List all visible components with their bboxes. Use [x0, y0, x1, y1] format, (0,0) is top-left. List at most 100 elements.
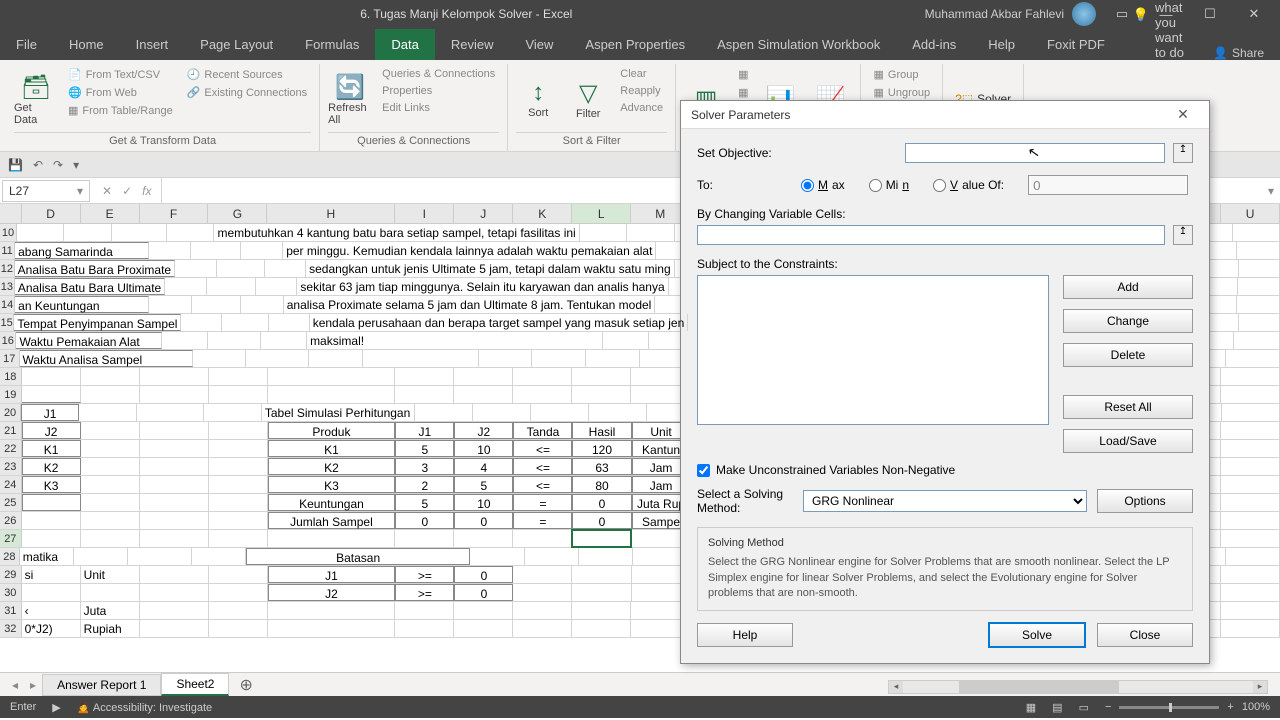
ungroup-button[interactable]: ▦Ungroup [869, 84, 934, 101]
cancel-icon[interactable]: ✕ [102, 184, 112, 198]
view-normal-icon[interactable]: ▦ [1026, 701, 1036, 714]
col-U[interactable]: U [1221, 204, 1280, 223]
tab-help[interactable]: Help [972, 29, 1031, 60]
col-E[interactable]: E [81, 204, 140, 223]
constraints-list[interactable] [697, 275, 1049, 425]
tab-page-layout[interactable]: Page Layout [184, 29, 289, 60]
tab-data[interactable]: Data [375, 29, 434, 60]
range-picker-icon[interactable]: ↥ [1173, 143, 1193, 163]
chevron-down-icon[interactable]: ▾ [77, 184, 83, 198]
share-button[interactable]: 👤Share [1197, 46, 1280, 60]
save-icon[interactable]: 💾 [8, 158, 23, 172]
radio-valueof[interactable]: Value Of: [933, 178, 1004, 192]
col-D[interactable]: D [22, 204, 81, 223]
recent-sources-button[interactable]: 🕘Recent Sources [183, 66, 311, 83]
flash-fill[interactable]: ▦ [734, 66, 752, 83]
existing-conn-button[interactable]: 🔗Existing Connections [183, 84, 311, 101]
chevron-down-icon[interactable]: ▾ [73, 158, 79, 172]
enter-icon[interactable]: ✓ [122, 184, 132, 198]
scroll-left-icon[interactable]: ◂ [889, 681, 903, 693]
changing-cells-input[interactable] [697, 225, 1165, 245]
tab-insert[interactable]: Insert [120, 29, 185, 60]
properties-button[interactable]: Properties [378, 83, 499, 99]
delete-button[interactable]: Delete [1063, 343, 1193, 367]
col-G[interactable]: G [208, 204, 267, 223]
range-picker-icon[interactable]: ↥ [1173, 225, 1193, 245]
redo-icon[interactable]: ↷ [53, 158, 63, 172]
close-icon[interactable]: ✕ [1236, 6, 1272, 22]
zoom-level[interactable]: 100% [1242, 701, 1270, 713]
view-break-icon[interactable]: ▭ [1079, 701, 1089, 714]
zoom-out-icon[interactable]: − [1105, 701, 1111, 713]
solve-button[interactable]: Solve [989, 623, 1085, 647]
queries-button[interactable]: Queries & Connections [378, 66, 499, 82]
name-box[interactable]: L27▾ [2, 180, 90, 202]
radio-max[interactable]: MMaxax [801, 178, 845, 192]
fx-icon[interactable]: fx [142, 184, 151, 198]
select-all[interactable] [0, 204, 22, 223]
expand-icon[interactable]: ▾ [1262, 184, 1280, 198]
tab-file[interactable]: File [0, 29, 53, 60]
tab-home[interactable]: Home [53, 29, 120, 60]
tab-view[interactable]: View [509, 29, 569, 60]
change-button[interactable]: Change [1063, 309, 1193, 333]
share-icon: 👤 [1213, 46, 1228, 60]
accessibility[interactable]: 🙍 Accessibility: Investigate [77, 701, 212, 714]
from-web-button[interactable]: 🌐From Web [64, 84, 177, 101]
view-layout-icon[interactable]: ▤ [1052, 701, 1062, 714]
get-data-button[interactable]: 🗃Get Data [14, 66, 58, 132]
tab-review[interactable]: Review [435, 29, 510, 60]
dialog-titlebar[interactable]: Solver Parameters ✕ [681, 101, 1209, 129]
objective-input[interactable] [905, 143, 1165, 163]
zoom-slider[interactable] [1119, 706, 1219, 709]
hscroll[interactable]: ◂▸ [263, 676, 1274, 694]
sheet-tab-sheet2[interactable]: Sheet2 [161, 673, 229, 696]
help-button[interactable]: Help [697, 623, 793, 647]
tab-addins[interactable]: Add-ins [896, 29, 972, 60]
tab-nav-next[interactable]: ▸ [24, 678, 42, 692]
advanced-button[interactable]: Advance [616, 100, 667, 116]
make-unconstrained-checkbox[interactable]: Make Unconstrained Variables Non-Negativ… [697, 463, 1193, 477]
reapply-button[interactable]: Reapply [616, 83, 667, 99]
scroll-thumb[interactable] [959, 681, 1119, 693]
zoom-in-icon[interactable]: + [1227, 701, 1233, 713]
reset-all-button[interactable]: Reset All [1063, 395, 1193, 419]
filter-button[interactable]: ▽Filter [566, 66, 610, 132]
macro-icon[interactable]: ▶ [52, 701, 60, 714]
remove-dup[interactable]: ▦ [734, 84, 752, 101]
ungroup-icon: ▦ [873, 86, 883, 99]
from-table-button[interactable]: ▦From Table/Range [64, 102, 177, 119]
add-sheet-button[interactable]: ⊕ [229, 675, 262, 695]
radio-min[interactable]: Min [869, 178, 909, 192]
tab-formulas[interactable]: Formulas [289, 29, 375, 60]
close-button[interactable]: Close [1097, 623, 1193, 647]
scroll-right-icon[interactable]: ▸ [1253, 681, 1267, 693]
tab-nav-prev[interactable]: ◂ [6, 678, 24, 692]
col-I[interactable]: I [395, 204, 454, 223]
tab-aspen-properties[interactable]: Aspen Properties [569, 29, 701, 60]
from-text-button[interactable]: 📄From Text/CSV [64, 66, 177, 83]
tab-foxit[interactable]: Foxit PDF [1031, 29, 1121, 60]
col-J[interactable]: J [454, 204, 513, 223]
edit-links-button[interactable]: Edit Links [378, 100, 499, 116]
clear-button[interactable]: Clear [616, 66, 667, 82]
valueof-input[interactable] [1028, 175, 1188, 195]
add-button[interactable]: Add [1063, 275, 1193, 299]
solving-method-select[interactable]: GRG Nonlinear [803, 490, 1087, 512]
col-H[interactable]: H [267, 204, 395, 223]
avatar[interactable] [1072, 2, 1096, 26]
options-button[interactable]: Options [1097, 489, 1193, 513]
tab-aspen-sim[interactable]: Aspen Simulation Workbook [701, 29, 896, 60]
undo-icon[interactable]: ↶ [33, 158, 43, 172]
tell-me[interactable]: 💡Tell me what you want to do [1121, 0, 1197, 60]
refresh-all-button[interactable]: 🔄Refresh All [328, 66, 372, 132]
group-button[interactable]: ▦Group [869, 66, 934, 83]
col-K[interactable]: K [513, 204, 572, 223]
load-save-button[interactable]: Load/Save [1063, 429, 1193, 453]
col-F[interactable]: F [140, 204, 209, 223]
sort-button[interactable]: ↕Sort [516, 66, 560, 132]
maximize-icon[interactable]: ☐ [1192, 6, 1228, 22]
col-L[interactable]: L [572, 204, 631, 223]
close-icon[interactable]: ✕ [1167, 106, 1199, 123]
sheet-tab-answer[interactable]: Answer Report 1 [42, 674, 161, 696]
